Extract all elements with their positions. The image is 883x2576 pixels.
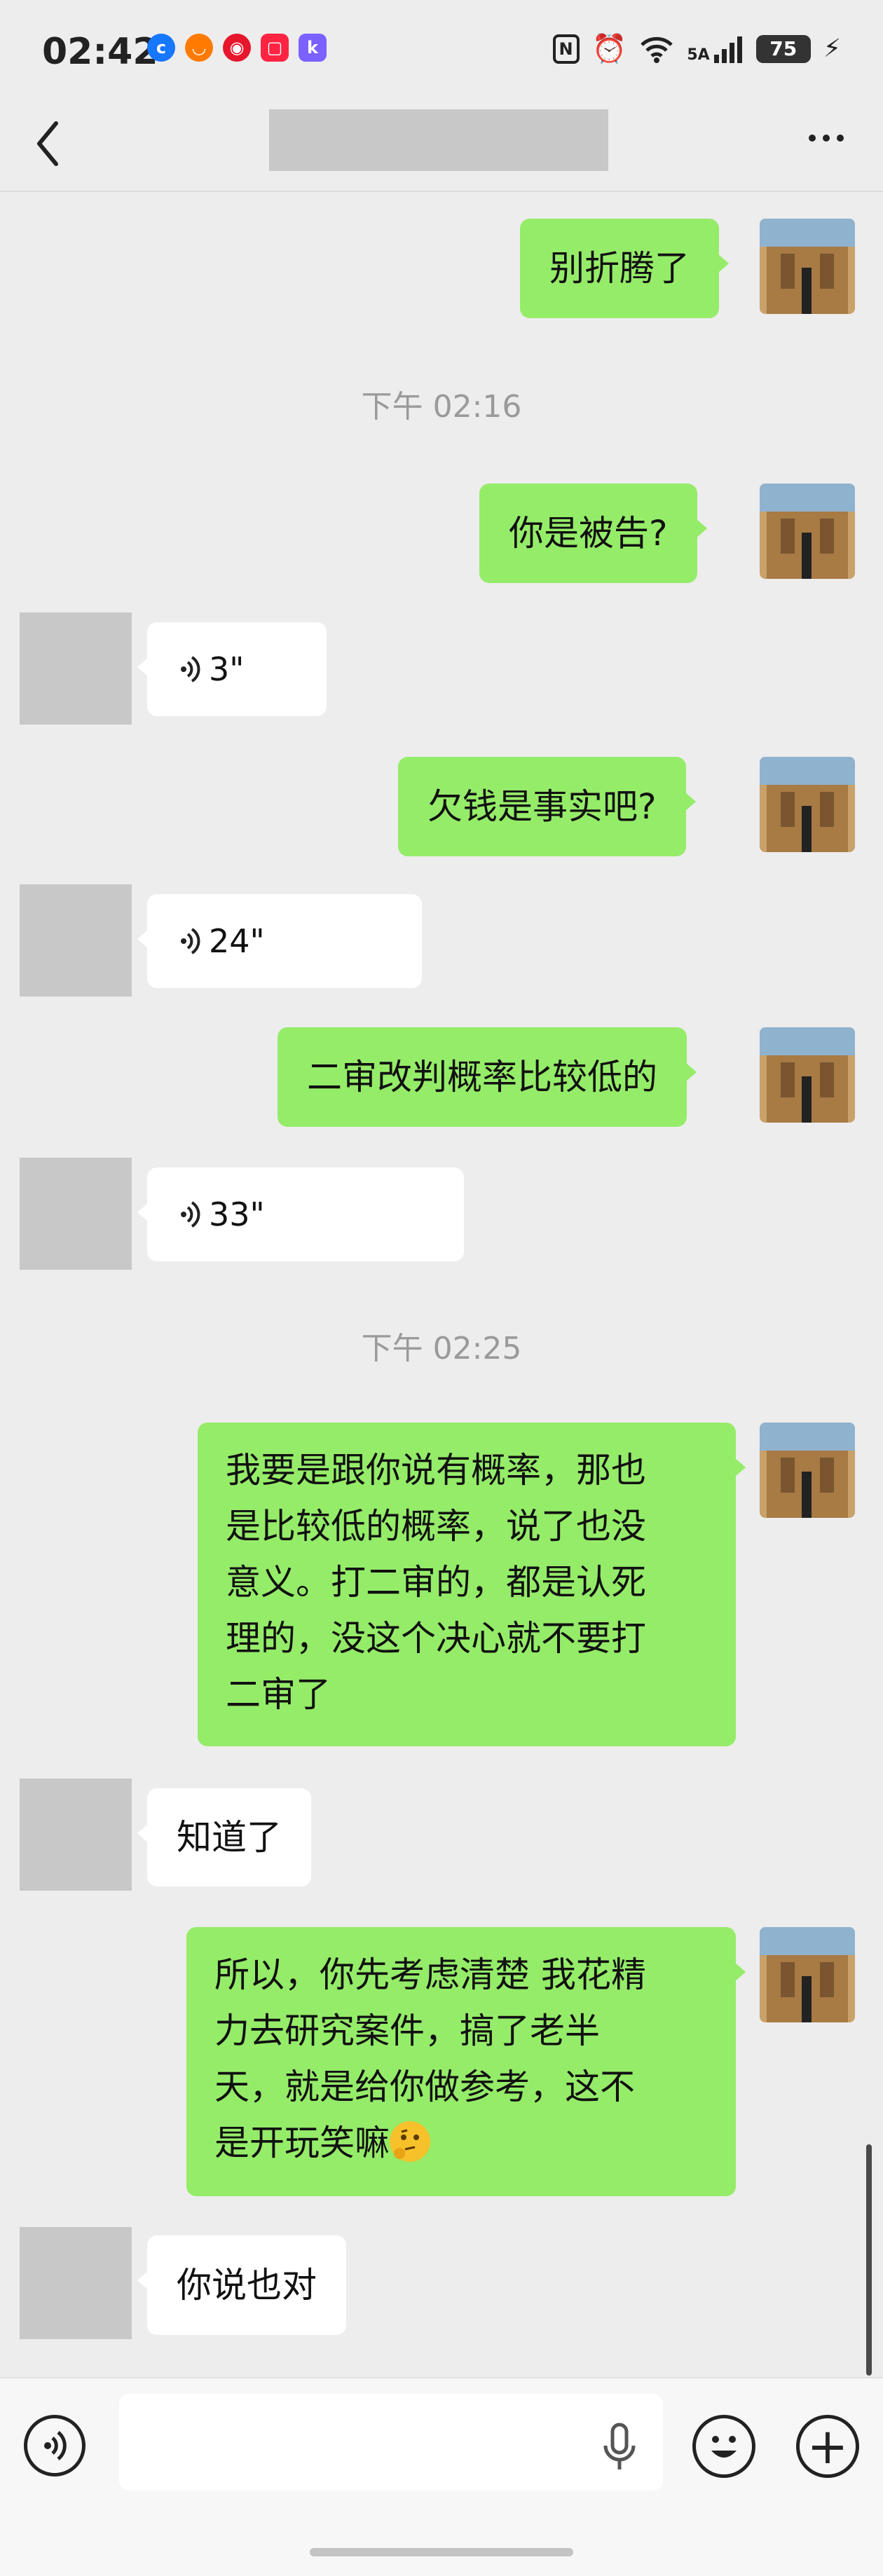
message-input[interactable] bbox=[119, 2394, 663, 2491]
nav-divider bbox=[0, 191, 883, 192]
chat-title-redacted bbox=[269, 109, 608, 171]
mic-icon[interactable] bbox=[600, 2422, 639, 2474]
nfc-icon: N bbox=[552, 34, 580, 64]
my-message-bubble[interactable]: 二审改判概率比较低的 bbox=[278, 1027, 697, 1127]
home-indicator[interactable] bbox=[310, 2548, 573, 2556]
app-notification-icon: ▢ bbox=[261, 34, 289, 62]
my-message-bubble[interactable]: 你是被告? bbox=[479, 484, 707, 583]
voice-message-bubble[interactable]: 33" bbox=[137, 1167, 464, 1261]
voice-icon bbox=[181, 928, 200, 954]
message-line: 是比较低的概率，说了也没 bbox=[226, 1506, 646, 1547]
my-message-bubble[interactable]: 所以，你先考虑清楚 我花精 力去研究案件，搞了老半 天，就是给你做参考，这不 是… bbox=[186, 1927, 746, 2196]
timestamp: 下午 02:16 bbox=[361, 389, 522, 425]
voice-duration: 3" bbox=[209, 650, 245, 688]
contact-avatar[interactable] bbox=[20, 612, 132, 725]
message-text: 你是被告? bbox=[509, 513, 668, 554]
my-message-bubble[interactable]: 别折腾了 bbox=[520, 219, 729, 318]
my-message-bubble[interactable]: 欠钱是事实吧? bbox=[398, 757, 696, 856]
contact-avatar[interactable] bbox=[20, 1779, 132, 1891]
message-line: 二审了 bbox=[226, 1674, 331, 1715]
thinking-face-emoji bbox=[390, 2121, 430, 2162]
message-text: 你说也对 bbox=[177, 2265, 317, 2306]
voice-icon bbox=[181, 1201, 200, 1228]
message-line: 天，就是给你做参考，这不 bbox=[214, 2067, 635, 2107]
my-avatar[interactable] bbox=[760, 484, 855, 579]
my-avatar[interactable] bbox=[760, 1927, 855, 2022]
voice-input-toggle[interactable] bbox=[24, 2415, 85, 2476]
plus-icon: + bbox=[807, 2418, 849, 2475]
my-avatar[interactable] bbox=[760, 757, 855, 852]
message-text: 别折腾了 bbox=[549, 248, 690, 289]
contact-avatar[interactable] bbox=[20, 2227, 132, 2339]
message-text: 知道了 bbox=[177, 1817, 282, 1858]
message-line: 我要是跟你说有概率，那也 bbox=[226, 1450, 646, 1491]
weibo-icon: ◉ bbox=[223, 34, 251, 62]
signal-icon: 5A bbox=[687, 35, 743, 63]
message-line-with-emoji: 是开玩笑嘛 bbox=[214, 2115, 708, 2171]
voice-duration: 24" bbox=[209, 922, 265, 960]
app-notification-icon: k bbox=[299, 34, 327, 62]
message-line: 意义。打二审的，都是认死 bbox=[226, 1562, 646, 1603]
emoji-icon bbox=[711, 2436, 737, 2458]
status-time: 02:42 bbox=[42, 31, 158, 73]
my-message-bubble[interactable]: 我要是跟你说有概率，那也 是比较低的概率，说了也没 意义。打二审的，都是认死 理… bbox=[198, 1423, 746, 1746]
notification-icons: c ◡ ◉ ▢ k bbox=[147, 34, 327, 62]
my-avatar[interactable] bbox=[760, 219, 855, 314]
plus-button[interactable]: + bbox=[796, 2415, 859, 2478]
message-text: 二审改判概率比较低的 bbox=[307, 1057, 657, 1097]
message-text: 欠钱是事实吧? bbox=[427, 786, 657, 827]
voice-message-bubble[interactable]: 24" bbox=[137, 894, 422, 988]
back-icon[interactable] bbox=[34, 119, 62, 168]
contact-avatar[interactable] bbox=[20, 1158, 132, 1270]
contact-avatar[interactable] bbox=[20, 884, 132, 996]
message-line: 所以，你先考虑清楚 我花精 bbox=[214, 1954, 646, 1995]
charging-icon: ⚡ bbox=[823, 34, 841, 63]
my-avatar[interactable] bbox=[760, 1027, 855, 1123]
message-line: 理的，没这个决心就不要打 bbox=[226, 1618, 646, 1659]
wifi-icon bbox=[641, 36, 673, 63]
network-type: 5A bbox=[687, 46, 710, 64]
voice-icon bbox=[44, 2431, 67, 2460]
timestamp: 下午 02:25 bbox=[361, 1331, 522, 1366]
scrollbar[interactable] bbox=[866, 2144, 872, 2376]
voice-message-bubble[interactable]: 3" bbox=[137, 622, 327, 716]
contact-message-bubble[interactable]: 你说也对 bbox=[137, 2235, 346, 2335]
battery-level: 75 bbox=[755, 34, 811, 63]
app-notification-icon: ◡ bbox=[185, 34, 213, 62]
alarm-icon: ⏰ bbox=[591, 33, 627, 65]
message-line: 力去研究案件，搞了老半 bbox=[214, 2010, 600, 2051]
more-icon[interactable] bbox=[809, 135, 844, 142]
app-notification-icon: c bbox=[147, 34, 175, 62]
contact-message-bubble[interactable]: 知道了 bbox=[137, 1788, 311, 1886]
voice-icon bbox=[181, 656, 200, 683]
voice-duration: 33" bbox=[209, 1195, 265, 1233]
my-avatar[interactable] bbox=[760, 1423, 855, 1518]
system-status-icons: N ⏰ 5A 75 ⚡ bbox=[552, 32, 841, 65]
emoji-button[interactable] bbox=[692, 2415, 755, 2478]
message-line: 是开玩笑嘛 bbox=[214, 2123, 390, 2163]
